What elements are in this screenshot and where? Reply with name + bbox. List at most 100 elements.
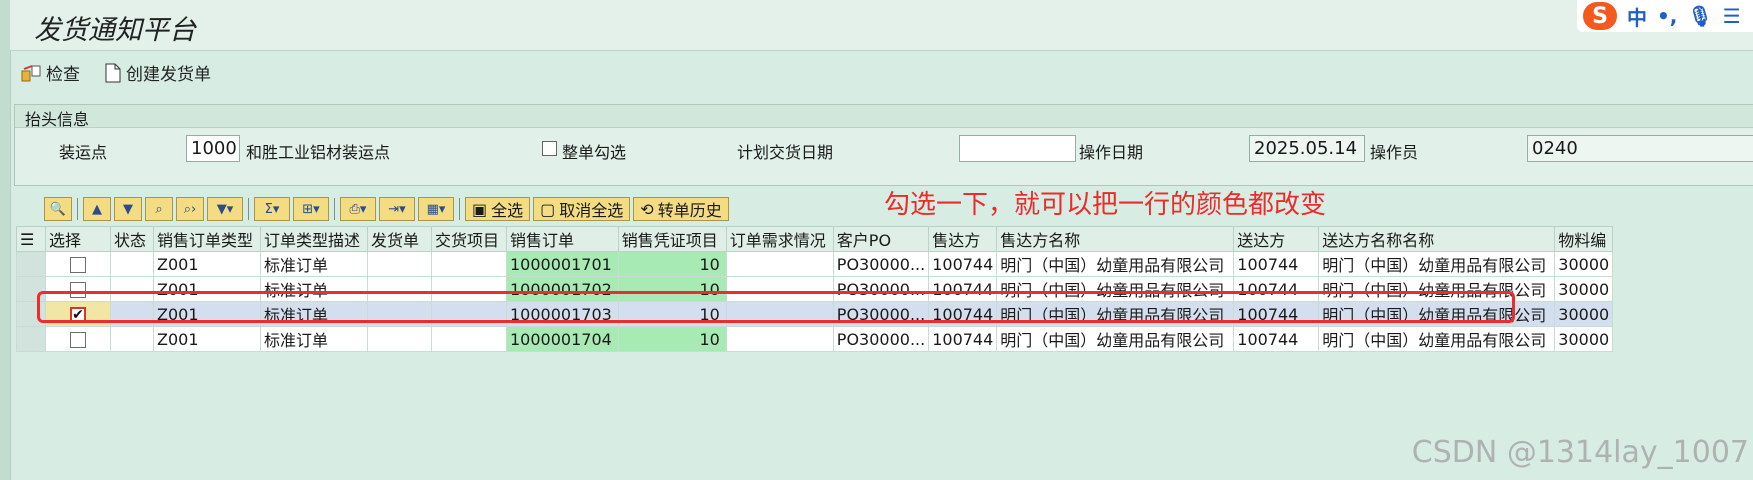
material-cell: 30000 [1554,326,1614,352]
details-icon[interactable]: 🔍 [44,197,72,221]
row-checkbox[interactable] [70,257,86,273]
toolbar-separator [459,198,460,220]
check-icon [21,64,41,81]
demand-cell [725,326,834,352]
column-header[interactable]: 送达方 [1233,226,1320,252]
material-cell: 30000 [1554,276,1614,302]
sum-icon[interactable]: Σ▾ [254,197,290,221]
print-preview-icon[interactable]: ⎙▾ [340,197,376,221]
column-header[interactable]: 订单类型描述 [260,226,368,252]
find-next-icon[interactable]: ⌕› [176,197,204,221]
create-delivery-button[interactable]: 创建发货单 [104,60,211,85]
deselect-all-label: 取消全选 [559,201,624,220]
history-button[interactable]: ⟲ 转单历史 [633,197,729,221]
sold-to-cell: 100744 [928,251,998,277]
row-selector[interactable] [16,251,46,277]
toolbar-separator [334,198,335,220]
toolbar-separator [248,198,249,220]
material-cell: 30000 [1554,301,1614,327]
delivery-item-cell [431,326,507,352]
filter-icon[interactable]: ▼▾ [207,197,243,221]
delivery-item-cell [431,251,507,277]
table-row[interactable]: Z001 标准订单 1000001701 10 PO30000... 10074… [16,251,1614,277]
customer-po-cell: PO30000... [832,326,930,352]
delivery-cell [367,251,432,277]
column-header[interactable]: 售达方名称 [996,226,1235,252]
column-header[interactable]: 状态 [110,226,154,252]
column-header[interactable]: 物料编 [1554,226,1614,252]
ime-punct[interactable]: •, [1657,4,1677,28]
layout-corner-icon[interactable]: ☰ [16,226,46,252]
operator-field[interactable]: 0240 [1527,135,1753,162]
order-table: ☰ 选择 状态 销售订单类型 订单类型描述 发货单 交货项目 销售订单 销售凭证… [16,226,1614,352]
header-caption-bar: 抬头信息 [15,105,1753,129]
ime-lang[interactable]: 中 [1627,2,1647,31]
whole-order-label: 整单勾选 [562,143,627,162]
shipping-point-label: 装运点 [59,143,108,162]
annotation-text: 勾选一下，就可以把一行的颜色都改变 [884,190,1327,220]
type-desc-cell: 标准订单 [260,326,368,352]
column-header[interactable]: 交货项目 [431,226,507,252]
page-title: 发货通知平台 [34,15,196,46]
delivery-cell [367,326,432,352]
select-all-button[interactable]: ▣ 全选 [465,197,531,221]
planned-date-field[interactable] [959,135,1076,162]
type-cell: Z001 [153,251,261,277]
column-header[interactable]: 客户PO [832,226,930,252]
column-header[interactable]: 订单需求情况 [725,226,834,252]
op-date-label: 操作日期 [1079,143,1144,162]
ime-toolbar[interactable]: S 中 •, 🎙 ☰ [1577,0,1753,32]
column-header[interactable]: 选择 [45,226,111,252]
operator-label: 操作员 [1370,143,1419,162]
type-desc-cell: 标准订单 [260,251,368,277]
history-icon: ⟲ [640,199,654,219]
table-header-row: ☰ 选择 状态 销售订单类型 订单类型描述 发货单 交货项目 销售订单 销售凭证… [16,226,1614,252]
shipping-point-desc: 和胜工业铝材装运点 [246,143,391,162]
row-selector[interactable] [16,326,46,352]
column-header[interactable]: 送达方名称名称 [1318,226,1556,252]
sort-ascending-icon[interactable]: ▲ [83,197,111,221]
column-header[interactable]: 销售订单 [506,226,619,252]
ship-to-name-cell: 明门（中国）幼童用品有限公司 [1318,326,1556,352]
status-cell [110,251,154,277]
deselect-all-icon: ▢ [540,199,556,219]
title-bar: 发货通知平台 S 中 •, 🎙 ☰ [10,0,1753,51]
material-cell: 30000 [1554,251,1614,277]
select-all-label: 全选 [491,201,524,220]
sold-to-cell: 100744 [928,326,998,352]
microphone-icon[interactable]: 🎙 [1687,4,1712,28]
planned-date-label: 计划交货日期 [737,143,834,162]
header-info-group: 抬头信息 装运点 1000 和胜工业铝材装运点 整单勾选 计划交货日期 操作日期… [14,104,1753,186]
ship-to-cell: 100744 [1233,326,1320,352]
check-button[interactable]: 检查 [20,60,80,85]
select-cell[interactable] [45,251,111,277]
sold-to-name-cell: 明门（中国）幼童用品有限公司 [996,326,1235,352]
export-icon[interactable]: ⇥▾ [379,197,415,221]
sort-descending-icon[interactable]: ▼ [114,197,142,221]
ship-to-cell: 100744 [1233,251,1320,277]
toolbar-separator [77,198,78,220]
find-icon[interactable]: ⌕ [145,197,173,221]
column-header[interactable]: 发货单 [367,226,432,252]
deselect-all-button[interactable]: ▢ 取消全选 [533,197,631,221]
shipping-point-field[interactable]: 1000 [186,135,240,162]
whole-order-checkbox[interactable] [542,141,557,156]
highlight-annotation-box [37,291,1515,323]
row-checkbox[interactable] [70,332,86,348]
column-header[interactable]: 售达方 [928,226,998,252]
column-header[interactable]: 销售凭证项目 [617,226,727,252]
op-date-field[interactable]: 2025.05.14 [1249,135,1365,162]
sales-item-cell: 10 [617,326,727,352]
check-label: 检查 [46,65,80,85]
layout-icon[interactable]: ▦▾ [418,197,454,221]
sales-item-cell: 10 [617,251,727,277]
sales-order-cell: 1000001701 [506,251,619,277]
sales-order-cell: 1000001704 [506,326,619,352]
sogou-logo-icon: S [1583,2,1617,30]
column-header[interactable]: 销售订单类型 [153,226,261,252]
select-cell[interactable] [45,326,111,352]
subtotal-icon[interactable]: ⊞▾ [293,197,329,221]
menu-icon[interactable]: ☰ [1723,4,1741,28]
table-row[interactable]: Z001 标准订单 1000001704 10 PO30000... 10074… [16,326,1614,352]
customer-po-cell: PO30000... [832,251,930,277]
